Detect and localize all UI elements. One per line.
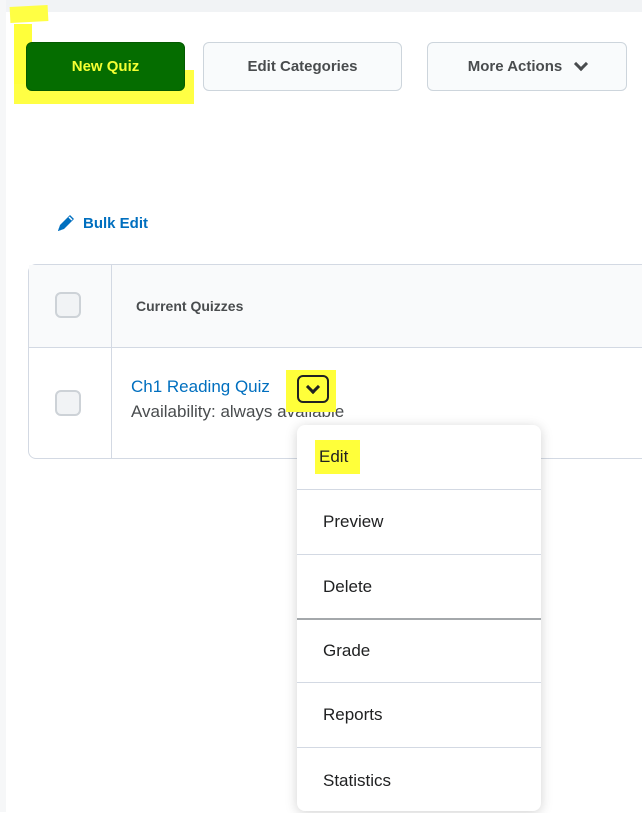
edit-categories-button[interactable]: Edit Categories: [203, 42, 402, 91]
new-quiz-button[interactable]: New Quiz: [26, 42, 185, 91]
menu-item-label: Grade: [323, 641, 371, 660]
chevron-down-icon: [574, 56, 589, 72]
menu-item-grade[interactable]: Grade: [297, 618, 541, 683]
select-all-checkbox[interactable]: [55, 292, 81, 318]
menu-item-label: Delete: [323, 577, 373, 596]
menu-item-preview[interactable]: Preview: [297, 490, 541, 555]
highlight-mark: [9, 5, 49, 23]
menu-item-statistics[interactable]: Statistics: [297, 748, 541, 813]
menu-item-label: Preview: [323, 512, 384, 531]
menu-item-delete[interactable]: Delete: [297, 555, 541, 620]
column-divider: [111, 265, 112, 458]
column-header-current-quizzes: Current Quizzes: [136, 298, 244, 314]
quiz-context-menu-button[interactable]: [297, 375, 329, 403]
pencil-icon: [58, 215, 74, 231]
bulk-edit-label: Bulk Edit: [83, 214, 149, 232]
quiz-title-link[interactable]: Ch1 Reading Quiz: [131, 377, 270, 397]
bulk-edit-link[interactable]: Bulk Edit: [55, 212, 148, 234]
page-top-edge: [0, 0, 642, 12]
menu-item-reports[interactable]: Reports: [297, 683, 541, 748]
row-checkbox[interactable]: [55, 390, 81, 416]
chevron-down-icon: [305, 379, 321, 395]
quiz-context-menu: Edit Preview Delete Grade Reports Statis…: [297, 425, 541, 811]
menu-item-label: Edit: [315, 440, 361, 474]
page-left-edge: [0, 0, 6, 812]
table-header: [29, 265, 642, 348]
menu-item-edit[interactable]: Edit: [297, 425, 541, 490]
more-actions-button[interactable]: More Actions: [427, 42, 627, 91]
menu-item-label: Statistics: [323, 770, 392, 790]
more-actions-label: More Actions: [467, 58, 563, 75]
menu-item-label: Reports: [323, 705, 383, 724]
